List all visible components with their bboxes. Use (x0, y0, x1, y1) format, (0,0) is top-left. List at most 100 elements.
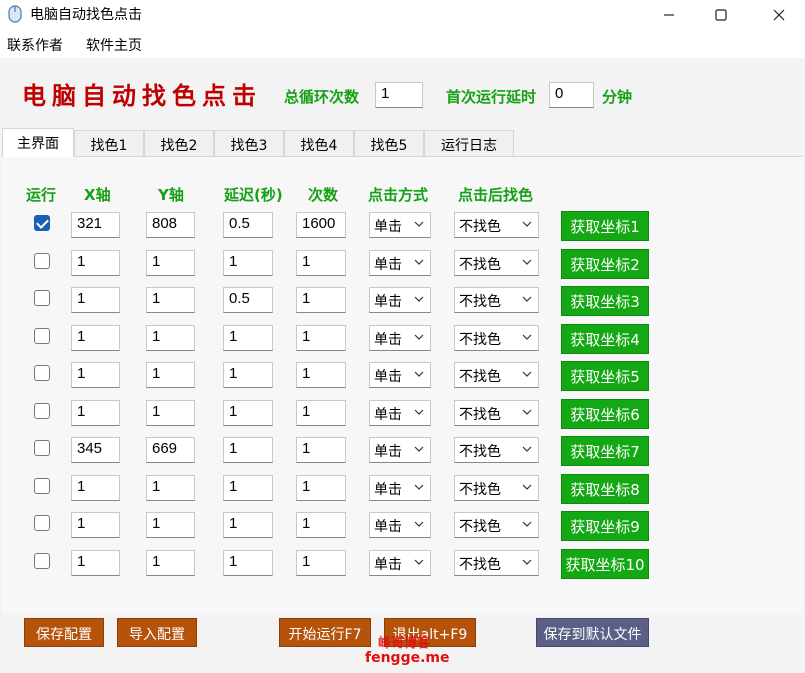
tab-main[interactable]: 主界面 (2, 128, 74, 157)
click-mode-select[interactable]: 单击 (369, 249, 431, 276)
count-input[interactable]: 1 (296, 399, 346, 426)
run-checkbox[interactable] (34, 252, 50, 269)
get-coordinate-button[interactable]: 获取坐标6 (561, 398, 649, 429)
delay-input[interactable]: 1 (223, 399, 273, 426)
click-mode-select[interactable]: 单击 (369, 512, 431, 538)
click-mode-select[interactable]: 单击 (369, 287, 431, 313)
minimize-button[interactable] (646, 0, 692, 30)
close-button[interactable] (756, 0, 802, 30)
count-input[interactable]: 1 (296, 362, 346, 388)
click-mode-select[interactable]: 单击 (369, 549, 431, 576)
get-coordinate-button[interactable]: 获取坐标1 (561, 211, 649, 241)
run-checkbox[interactable] (34, 327, 50, 344)
y-input[interactable]: 1 (146, 512, 195, 538)
delay-input[interactable]: 1 (223, 324, 273, 351)
count-input[interactable]: 1 (296, 549, 346, 576)
delay-input[interactable]: 1 (223, 362, 273, 388)
get-coordinate-button[interactable]: 获取坐标2 (561, 248, 649, 279)
y-input[interactable]: 1 (146, 249, 195, 276)
after-click-select[interactable]: 不找色 (454, 512, 539, 538)
tab-color-4[interactable]: 找色4 (284, 130, 354, 157)
tab-color-2[interactable]: 找色2 (144, 130, 214, 157)
run-checkbox[interactable] (34, 515, 50, 531)
y-input[interactable]: 1 (146, 287, 195, 313)
after-click-select[interactable]: 不找色 (454, 324, 539, 351)
x-input[interactable]: 1 (71, 549, 120, 576)
delay-input[interactable]: 0.5 (223, 287, 273, 313)
y-input[interactable]: 669 (146, 437, 195, 463)
tab-color-1[interactable]: 找色1 (74, 130, 144, 157)
click-mode-select[interactable]: 单击 (369, 362, 431, 388)
after-click-select[interactable]: 不找色 (454, 549, 539, 576)
x-input[interactable]: 321 (71, 212, 120, 238)
after-click-select[interactable]: 不找色 (454, 399, 539, 426)
delay-input[interactable]: 1 (223, 249, 273, 276)
after-click-select[interactable]: 不找色 (454, 287, 539, 313)
get-coordinate-button[interactable]: 获取坐标7 (561, 436, 649, 466)
x-input[interactable]: 1 (71, 249, 120, 276)
click-mode-select[interactable]: 单击 (369, 324, 431, 351)
after-click-select[interactable]: 不找色 (454, 437, 539, 463)
tab-color-3[interactable]: 找色3 (214, 130, 284, 157)
delay-input[interactable]: 1 (223, 549, 273, 576)
run-checkbox[interactable] (34, 365, 50, 381)
count-input[interactable]: 1 (296, 249, 346, 276)
x-input[interactable]: 1 (71, 399, 120, 426)
y-input[interactable]: 808 (146, 212, 195, 238)
x-input[interactable]: 1 (71, 324, 120, 351)
save-default-button[interactable]: 保存到默认文件 (536, 618, 649, 647)
x-input[interactable]: 1 (71, 512, 120, 538)
watermark-title: 峰哥博客 (377, 636, 430, 651)
click-mode-select[interactable]: 单击 (369, 212, 431, 238)
click-mode-select[interactable]: 单击 (369, 474, 431, 501)
loop-count-input[interactable]: 1 (375, 82, 423, 108)
y-input[interactable]: 1 (146, 399, 195, 426)
get-coordinate-button[interactable]: 获取坐标5 (561, 361, 649, 391)
y-input[interactable]: 1 (146, 474, 195, 501)
after-click-select[interactable]: 不找色 (454, 474, 539, 501)
delay-input[interactable]: 1 (223, 512, 273, 538)
after-click-select[interactable]: 不找色 (454, 212, 539, 238)
table-row: 1 1 1 1 单击 不找色 获取坐标5 (0, 361, 805, 392)
count-input[interactable]: 1 (296, 474, 346, 501)
run-checkbox[interactable] (34, 402, 50, 419)
get-coordinate-button[interactable]: 获取坐标10 (561, 548, 649, 579)
delay-input[interactable]: 1 (223, 474, 273, 501)
y-input[interactable]: 1 (146, 324, 195, 351)
run-checkbox[interactable] (34, 440, 50, 456)
delay-input[interactable]: 0.5 (223, 212, 273, 238)
x-input[interactable]: 345 (71, 437, 120, 463)
count-input[interactable]: 1 (296, 324, 346, 351)
run-checkbox[interactable] (34, 290, 50, 306)
count-input[interactable]: 1 (296, 512, 346, 538)
run-checkbox[interactable] (34, 552, 50, 569)
count-input[interactable]: 1 (296, 287, 346, 313)
click-mode-select[interactable]: 单击 (369, 399, 431, 426)
y-input[interactable]: 1 (146, 549, 195, 576)
get-coordinate-button[interactable]: 获取坐标9 (561, 511, 649, 541)
start-run-button[interactable]: 开始运行F7 (279, 618, 371, 647)
x-input[interactable]: 1 (71, 474, 120, 501)
get-coordinate-button[interactable]: 获取坐标3 (561, 286, 649, 316)
after-click-select[interactable]: 不找色 (454, 249, 539, 276)
run-checkbox[interactable] (34, 477, 50, 494)
import-config-button[interactable]: 导入配置 (117, 618, 197, 647)
run-checkbox[interactable] (34, 215, 50, 231)
x-input[interactable]: 1 (71, 362, 120, 388)
maximize-button[interactable] (698, 0, 744, 30)
menu-contact-author[interactable]: 联系作者 (7, 35, 63, 55)
y-input[interactable]: 1 (146, 362, 195, 388)
tab-run-log[interactable]: 运行日志 (424, 130, 514, 157)
delay-input[interactable]: 1 (223, 437, 273, 463)
save-config-button[interactable]: 保存配置 (24, 618, 104, 647)
start-delay-input[interactable]: 0 (549, 82, 594, 108)
click-mode-select[interactable]: 单击 (369, 437, 431, 463)
get-coordinate-button[interactable]: 获取坐标4 (561, 323, 649, 354)
tab-color-5[interactable]: 找色5 (354, 130, 424, 157)
count-input[interactable]: 1 (296, 437, 346, 463)
x-input[interactable]: 1 (71, 287, 120, 313)
get-coordinate-button[interactable]: 获取坐标8 (561, 473, 649, 504)
after-click-select[interactable]: 不找色 (454, 362, 539, 388)
count-input[interactable]: 1600 (296, 212, 346, 238)
menu-software-home[interactable]: 软件主页 (86, 35, 142, 55)
